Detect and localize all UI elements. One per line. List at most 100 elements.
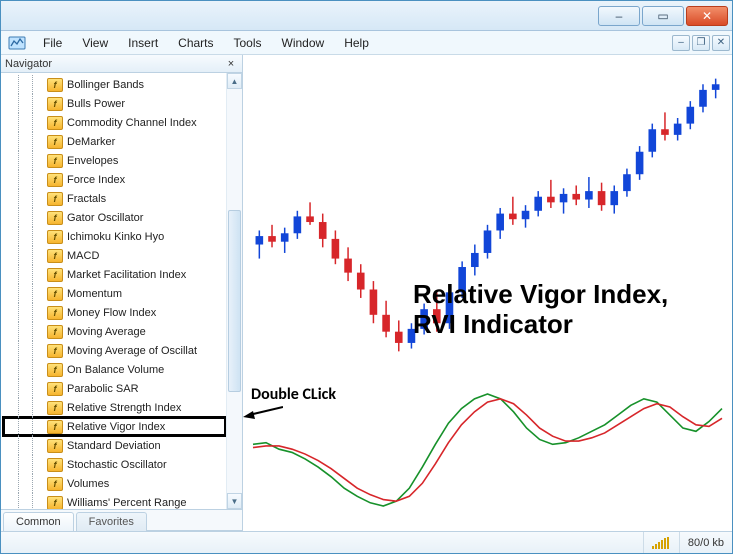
navigator-scrollbar[interactable]: ▲ ▼ (226, 73, 242, 509)
indicator-item[interactable]: fEnvelopes (3, 151, 226, 170)
indicator-label: Commodity Channel Index (67, 117, 197, 129)
indicator-item[interactable]: f Moving Average of Oscillat (3, 341, 226, 360)
menu-tools[interactable]: Tools (224, 34, 272, 52)
indicator-icon: f (47, 268, 63, 282)
app-icon (7, 34, 27, 52)
indicator-icon: f (47, 306, 63, 320)
indicator-label: Relative Strength Index (67, 402, 181, 414)
menu-file[interactable]: File (33, 34, 72, 52)
indicator-item[interactable]: f Standard Deviation (3, 436, 226, 455)
indicator-item[interactable]: fMarket Facilitation Index (3, 265, 226, 284)
indicator-item[interactable]: f Relative Strength Index (3, 398, 226, 417)
indicator-label: Bollinger Bands (67, 79, 144, 91)
indicator-icon: f (47, 344, 63, 358)
indicator-icon: f (47, 401, 63, 415)
tab-favorites[interactable]: Favorites (76, 512, 147, 531)
indicator-item[interactable]: f Momentum (3, 284, 226, 303)
indicator-label: Williams' Percent Range (67, 497, 186, 509)
indicator-icon: f (47, 116, 63, 130)
indicator-item[interactable]: f Force Index (3, 170, 226, 189)
indicator-item[interactable]: fDeMarker (3, 132, 226, 151)
chart-annotation-title: Relative Vigor Index, RVI Indicator (413, 280, 668, 340)
menu-help[interactable]: Help (334, 34, 379, 52)
indicator-item[interactable]: fMoving Average (3, 322, 226, 341)
indicator-label: Standard Deviation (67, 440, 161, 452)
scroll-up-button[interactable]: ▲ (227, 73, 242, 89)
indicator-icon: f (47, 78, 63, 92)
indicator-item[interactable]: f Ichimoku Kinko Hyo (3, 227, 226, 246)
status-transfer-text: 80/0 kb (688, 537, 724, 549)
indicator-label: Gator Oscillator (67, 212, 143, 224)
indicator-item[interactable]: fVolumes (3, 474, 226, 493)
indicator-item[interactable]: f Money Flow Index (3, 303, 226, 322)
indicator-label: Fractals (67, 193, 106, 205)
status-signal-pane (643, 532, 679, 553)
indicator-item[interactable]: f Gator Oscillator (3, 208, 226, 227)
indicator-item[interactable]: f Parabolic SAR (3, 379, 226, 398)
navigator-title: Navigator (5, 58, 52, 70)
indicator-item[interactable]: f Bollinger Bands (3, 75, 226, 94)
chart-pane[interactable]: Relative Vigor Index, RVI Indicator Doub… (243, 55, 732, 531)
indicator-item[interactable]: f Williams' Percent Range (3, 493, 226, 509)
indicator-icon: f (47, 154, 63, 168)
indicator-icon: f (47, 382, 63, 396)
menu-insert[interactable]: Insert (118, 34, 168, 52)
mdi-restore-button[interactable]: ❐ (692, 35, 710, 51)
indicator-label: MACD (67, 250, 99, 262)
navigator-panel: Navigator × f Bollinger Bands f Bulls Power… (1, 55, 243, 531)
indicator-icon: f (47, 496, 63, 510)
indicator-item[interactable]: fOn Balance Volume (3, 360, 226, 379)
indicator-label: Parabolic SAR (67, 383, 139, 395)
indicator-icon: f (47, 249, 63, 263)
scroll-thumb[interactable] (228, 210, 241, 392)
status-transfer-pane: 80/0 kb (679, 532, 732, 553)
indicator-item[interactable]: f Bulls Power (3, 94, 226, 113)
navigator-tabs: Common Favorites (1, 509, 242, 531)
annotation-arrow-icon (243, 403, 283, 419)
indicator-item[interactable]: f Fractals (3, 189, 226, 208)
scroll-track[interactable] (227, 89, 242, 493)
window-controls: – ▭ ✕ (596, 6, 728, 26)
indicator-item[interactable]: f MACD (3, 246, 226, 265)
scroll-down-button[interactable]: ▼ (227, 493, 242, 509)
indicator-icon: f (47, 325, 63, 339)
navigator-close-button[interactable]: × (224, 57, 238, 71)
workspace: Navigator × f Bollinger Bands f Bulls Power… (1, 55, 732, 531)
indicator-icon: f (47, 192, 63, 206)
indicator-label: Momentum (67, 288, 122, 300)
app-window: – ▭ ✕ File View Insert Charts Tools Wind… (0, 0, 733, 554)
indicator-icon: f (47, 97, 63, 111)
indicator-label: Bulls Power (67, 98, 125, 110)
indicator-icon: f (47, 287, 63, 301)
maximize-button[interactable]: ▭ (642, 6, 684, 26)
navigator-body: f Bollinger Bands f Bulls Power f Commodity C… (1, 73, 242, 509)
navigator-tree[interactable]: f Bollinger Bands f Bulls Power f Commodity C… (1, 73, 226, 509)
menu-view[interactable]: View (72, 34, 118, 52)
tab-common[interactable]: Common (3, 512, 74, 531)
minimize-button[interactable]: – (598, 6, 640, 26)
indicator-icon: f (47, 230, 63, 244)
indicator-label: Moving Average of Oscillat (67, 345, 197, 357)
indicator-item[interactable]: f Stochastic Oscillator (3, 455, 226, 474)
indicator-item[interactable]: fRelative Vigor Index (3, 417, 226, 436)
indicator-label: Force Index (67, 174, 125, 186)
mdi-minimize-button[interactable]: – (672, 35, 690, 51)
chart-annotation-doubleclick: Double CLick (251, 385, 336, 404)
close-button[interactable]: ✕ (686, 6, 728, 26)
indicator-icon: f (47, 439, 63, 453)
menubar: File View Insert Charts Tools Window Hel… (1, 31, 732, 55)
indicator-label: Ichimoku Kinko Hyo (67, 231, 164, 243)
indicator-label: On Balance Volume (67, 364, 164, 376)
indicator-icon: f (47, 173, 63, 187)
indicator-icon: f (47, 211, 63, 225)
indicator-label: DeMarker (67, 136, 115, 148)
menu-charts[interactable]: Charts (168, 34, 223, 52)
indicator-label: Money Flow Index (67, 307, 156, 319)
mdi-close-button[interactable]: ✕ (712, 35, 730, 51)
indicator-label: Stochastic Oscillator (67, 459, 167, 471)
indicator-label: Volumes (67, 478, 109, 490)
menu-window[interactable]: Window (272, 34, 335, 52)
indicator-icon: f (47, 458, 63, 472)
indicator-icon: f (47, 420, 63, 434)
indicator-item[interactable]: f Commodity Channel Index (3, 113, 226, 132)
